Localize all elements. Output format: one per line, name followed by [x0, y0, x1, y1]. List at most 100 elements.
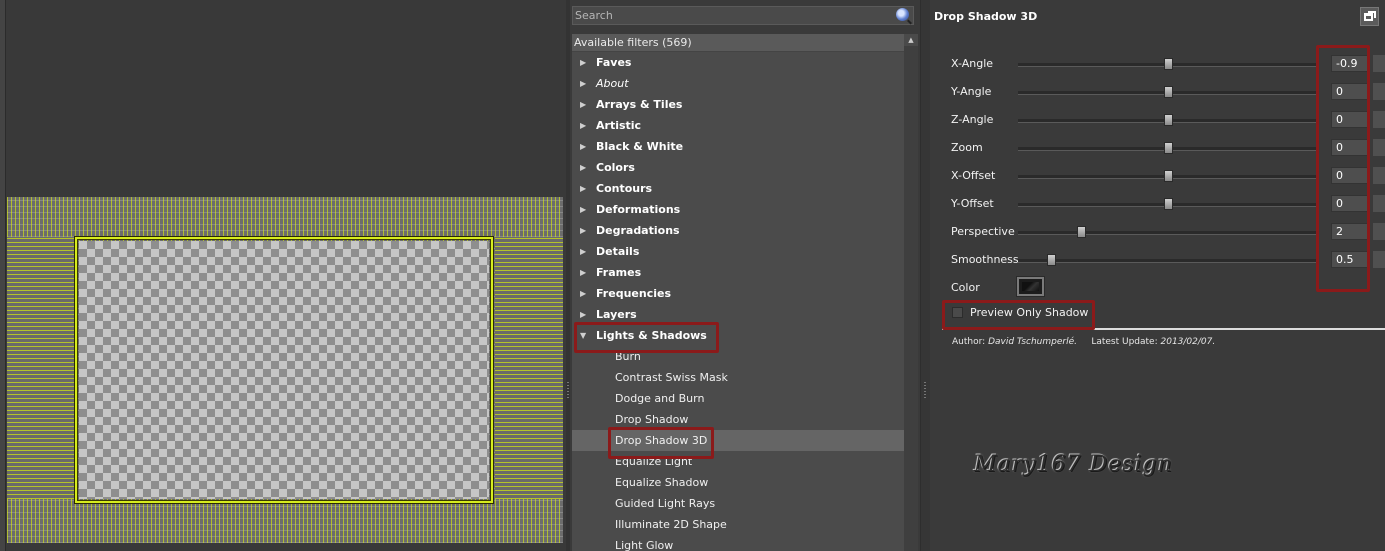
- slider-handle[interactable]: [1164, 86, 1173, 98]
- param-y-offset: Y-Offset 0: [951, 195, 1385, 213]
- spin-buttons[interactable]: [1372, 55, 1385, 72]
- value-field[interactable]: 0.5: [1331, 251, 1369, 268]
- search-input[interactable]: [575, 8, 875, 23]
- collapsed-arrow-icon[interactable]: ▶: [580, 157, 586, 178]
- filter-tree[interactable]: Available filters (569) ▶ Faves ▶ About ▶ Arr…: [572, 34, 904, 551]
- filter-category[interactable]: ▶ Frames: [572, 262, 904, 283]
- slider-handle[interactable]: [1164, 198, 1173, 210]
- filter-item[interactable]: Dodge and Burn: [572, 388, 904, 409]
- filter-category[interactable]: ▶ Frequencies: [572, 283, 904, 304]
- maximize-button[interactable]: [1360, 7, 1379, 26]
- splitter-right[interactable]: [920, 0, 930, 551]
- filter-label: Layers: [596, 308, 637, 321]
- search-icon[interactable]: [896, 8, 909, 21]
- filter-item[interactable]: Equalize Light: [572, 451, 904, 472]
- slider-handle[interactable]: [1164, 170, 1173, 182]
- update-prefix: Latest Update:: [1091, 337, 1158, 347]
- filter-label: Colors: [596, 161, 635, 174]
- slider-track[interactable]: [1018, 259, 1318, 263]
- filter-category[interactable]: ▶ Artistic: [572, 115, 904, 136]
- filter-category[interactable]: ▶ Black & White: [572, 136, 904, 157]
- collapsed-arrow-icon[interactable]: ▶: [580, 52, 586, 73]
- collapsed-arrow-icon[interactable]: ▶: [580, 283, 586, 304]
- collapsed-arrow-icon[interactable]: ▶: [580, 73, 586, 94]
- value-field[interactable]: -0.9: [1331, 55, 1369, 72]
- slider-handle[interactable]: [1164, 58, 1173, 70]
- value-field[interactable]: 0: [1331, 139, 1369, 156]
- param-z-angle: Z-Angle 0: [951, 111, 1385, 129]
- update-date: 2013/02/07.: [1160, 337, 1216, 347]
- param-smoothness: Smoothness 0.5: [951, 251, 1385, 269]
- yellow-frame: [75, 237, 493, 503]
- splitter-grip[interactable]: [567, 380, 569, 398]
- collapsed-arrow-icon[interactable]: ▶: [580, 178, 586, 199]
- rays-left: [7, 237, 75, 499]
- filter-category[interactable]: ▶ Faves: [572, 52, 904, 73]
- filter-label: Arrays & Tiles: [596, 98, 683, 111]
- separator: [942, 328, 1385, 330]
- filter-label: Equalize Light: [615, 455, 693, 468]
- value-field[interactable]: 2: [1331, 223, 1369, 240]
- filter-label: Deformations: [596, 203, 681, 216]
- color-swatch-button[interactable]: [1016, 276, 1045, 297]
- filter-label: Black & White: [596, 140, 684, 153]
- filter-category[interactable]: ▶ Colors: [572, 157, 904, 178]
- filter-label: Faves: [596, 56, 632, 69]
- spin-buttons[interactable]: [1372, 167, 1385, 184]
- spin-buttons[interactable]: [1372, 223, 1385, 240]
- spin-buttons[interactable]: [1372, 83, 1385, 100]
- slider-handle[interactable]: [1164, 114, 1173, 126]
- spin-buttons[interactable]: [1372, 139, 1385, 156]
- collapsed-arrow-icon[interactable]: ▶: [580, 94, 586, 115]
- collapsed-arrow-icon[interactable]: ▶: [580, 220, 586, 241]
- slider-handle[interactable]: [1164, 142, 1173, 154]
- value-field[interactable]: 0: [1331, 111, 1369, 128]
- filter-item[interactable]: Equalize Shadow: [572, 472, 904, 493]
- filter-category[interactable]: ▶ Degradations: [572, 220, 904, 241]
- filter-item[interactable]: Drop Shadow 3D: [572, 430, 904, 451]
- collapsed-arrow-icon[interactable]: ▶: [580, 115, 586, 136]
- spin-buttons[interactable]: [1372, 251, 1385, 268]
- value-field[interactable]: 0: [1331, 83, 1369, 100]
- collapsed-arrow-icon[interactable]: ▶: [580, 262, 586, 283]
- param-label: Zoom: [951, 141, 983, 154]
- filter-item[interactable]: Burn: [572, 346, 904, 367]
- search-box[interactable]: [572, 6, 914, 25]
- filter-label: Details: [596, 245, 640, 258]
- value-field[interactable]: 0: [1331, 195, 1369, 212]
- filter-label: Illuminate 2D Shape: [615, 518, 727, 531]
- slider-handle[interactable]: [1077, 226, 1086, 238]
- slider-handle[interactable]: [1047, 254, 1056, 266]
- filter-category[interactable]: ▶ Deformations: [572, 199, 904, 220]
- filter-scrollbar[interactable]: ▲: [904, 34, 918, 551]
- scroll-up-arrow-icon[interactable]: ▲: [904, 34, 918, 46]
- collapsed-arrow-icon[interactable]: ▶: [580, 241, 586, 262]
- filter-category[interactable]: ▶ Arrays & Tiles: [572, 94, 904, 115]
- filter-item[interactable]: Contrast Swiss Mask: [572, 367, 904, 388]
- param-label: Perspective: [951, 225, 1015, 238]
- filter-item[interactable]: Illuminate 2D Shape: [572, 514, 904, 535]
- filter-category[interactable]: ▶ Details: [572, 241, 904, 262]
- preview-image[interactable]: [7, 197, 563, 543]
- expanded-arrow-icon[interactable]: ▼: [580, 325, 586, 346]
- spin-buttons[interactable]: [1372, 195, 1385, 212]
- collapsed-arrow-icon[interactable]: ▶: [580, 199, 586, 220]
- filter-item[interactable]: Drop Shadow: [572, 409, 904, 430]
- params-pane: Drop Shadow 3D X-Angle -0.9 Y-Angle 0 Z-Angl…: [930, 0, 1385, 551]
- filter-list-header: Available filters (569): [572, 34, 904, 52]
- filter-category[interactable]: ▼ Lights & Shadows: [572, 325, 904, 346]
- param-label: X-Offset: [951, 169, 996, 182]
- spin-buttons[interactable]: [1372, 111, 1385, 128]
- slider-track[interactable]: [1018, 231, 1318, 235]
- filter-category[interactable]: ▶ Contours: [572, 178, 904, 199]
- collapsed-arrow-icon[interactable]: ▶: [580, 304, 586, 325]
- splitter-grip[interactable]: [924, 380, 926, 398]
- preview-only-shadow-checkbox[interactable]: [952, 307, 963, 318]
- filter-item[interactable]: Light Glow: [572, 535, 904, 551]
- filter-category[interactable]: ▶ About: [572, 73, 904, 94]
- filter-item[interactable]: Guided Light Rays: [572, 493, 904, 514]
- collapsed-arrow-icon[interactable]: ▶: [580, 136, 586, 157]
- value-field[interactable]: 0: [1331, 167, 1369, 184]
- preview-only-shadow-label[interactable]: Preview Only Shadow: [970, 306, 1088, 319]
- filter-category[interactable]: ▶ Layers: [572, 304, 904, 325]
